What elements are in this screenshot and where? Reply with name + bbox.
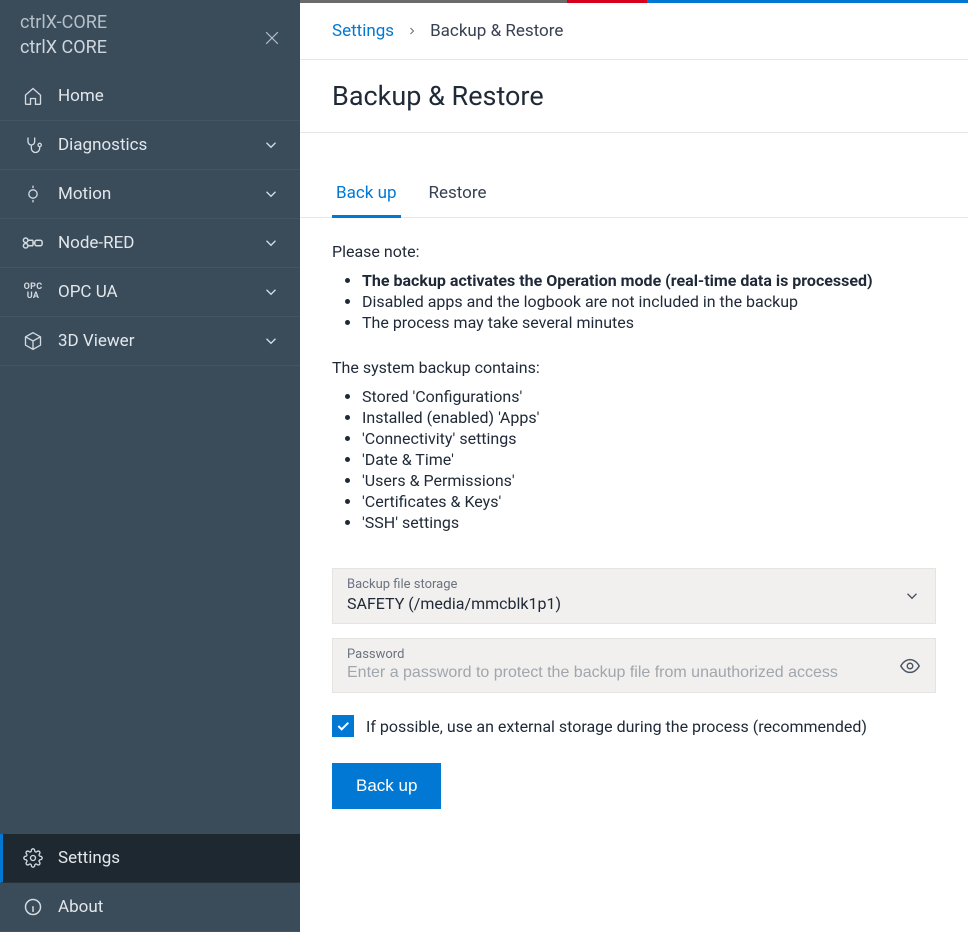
notes-intro: Please note: [332, 242, 936, 261]
sidebar-item-label: Motion [58, 184, 262, 204]
cube-icon [20, 331, 46, 351]
device-name: ctrlX-CORE [20, 12, 280, 33]
list-item: 'Connectivity' settings [362, 429, 936, 448]
sidebar-item-about[interactable]: About [0, 883, 300, 932]
contains-intro: The system backup contains: [332, 358, 936, 377]
stethoscope-icon [20, 135, 46, 155]
tab-restore[interactable]: Restore [425, 173, 491, 218]
field-label: Password [347, 647, 921, 662]
chevron-down-icon[interactable] [903, 587, 921, 605]
chevron-down-icon [262, 332, 280, 350]
sidebar-item-settings[interactable]: Settings [0, 834, 300, 883]
list-item: Disabled apps and the logbook are not in… [362, 292, 936, 311]
list-item: Installed (enabled) 'Apps' [362, 408, 936, 427]
close-icon[interactable] [262, 28, 282, 48]
sidebar-bottom: Settings About [0, 834, 300, 932]
sidebar-item-label: OPC UA [58, 282, 262, 302]
sidebar-item-node-red[interactable]: Node-RED [0, 219, 300, 268]
breadcrumb: Settings Backup & Restore [300, 3, 968, 60]
sidebar-item-home[interactable]: Home [0, 72, 300, 121]
tabs: Back up Restore [300, 173, 968, 218]
external-storage-checkbox[interactable] [332, 715, 354, 737]
external-storage-checkbox-row: If possible, use an external storage dur… [332, 715, 936, 737]
sidebar-item-label: Settings [58, 848, 280, 868]
node-red-icon [20, 236, 46, 250]
sidebar-item-label: Home [58, 86, 280, 106]
eye-icon[interactable] [899, 655, 921, 677]
sidebar-item-diagnostics[interactable]: Diagnostics [0, 121, 300, 170]
chevron-right-icon [406, 25, 418, 37]
list-item: 'Users & Permissions' [362, 471, 936, 490]
list-item: Stored 'Configurations' [362, 387, 936, 406]
page-title: Backup & Restore [300, 60, 968, 133]
backup-button[interactable]: Back up [332, 763, 441, 809]
contains-list: Stored 'Configurations' Installed (enabl… [362, 387, 936, 532]
sidebar-item-opc-ua[interactable]: OPCUA OPC UA [0, 268, 300, 317]
password-field[interactable]: Password [332, 638, 936, 693]
breadcrumb-parent-link[interactable]: Settings [332, 21, 394, 41]
sidebar-nav: Home Diagnostics Motion Node-RED [0, 72, 300, 932]
sidebar-item-3d-viewer[interactable]: 3D Viewer [0, 317, 300, 366]
password-input[interactable] [347, 664, 921, 682]
list-item: The process may take several minutes [362, 313, 936, 332]
motion-icon [20, 184, 46, 204]
chevron-down-icon [262, 234, 280, 252]
main-content: Settings Backup & Restore Backup & Resto… [300, 0, 968, 932]
list-item: 'SSH' settings [362, 513, 936, 532]
sidebar-item-label: About [58, 897, 280, 917]
sidebar-header: ctrlX-CORE ctrlX CORE [0, 0, 300, 72]
tab-backup[interactable]: Back up [332, 173, 401, 218]
sidebar-item-motion[interactable]: Motion [0, 170, 300, 219]
gear-icon [20, 848, 46, 868]
sidebar-item-label: 3D Viewer [58, 331, 262, 351]
list-item: The backup activates the Operation mode … [362, 271, 936, 290]
content: Please note: The backup activates the Op… [300, 218, 968, 849]
breadcrumb-current: Backup & Restore [430, 21, 563, 41]
list-item: 'Certificates & Keys' [362, 492, 936, 511]
checkbox-label: If possible, use an external storage dur… [366, 717, 867, 736]
field-value: SAFETY (/media/mmcblk1p1) [347, 594, 921, 613]
home-icon [20, 86, 46, 106]
chevron-down-icon [262, 136, 280, 154]
device-subtitle: ctrlX CORE [20, 37, 280, 58]
sidebar-item-label: Diagnostics [58, 135, 262, 155]
info-icon [20, 897, 46, 917]
opc-ua-icon: OPCUA [20, 283, 46, 301]
sidebar: ctrlX-CORE ctrlX CORE Home Diagnostics [0, 0, 300, 932]
list-item: 'Date & Time' [362, 450, 936, 469]
notes-list: The backup activates the Operation mode … [362, 271, 936, 332]
chevron-down-icon [262, 185, 280, 203]
storage-select[interactable]: Backup file storage SAFETY (/media/mmcbl… [332, 568, 936, 624]
sidebar-item-label: Node-RED [58, 233, 262, 253]
chevron-down-icon [262, 283, 280, 301]
field-label: Backup file storage [347, 577, 921, 592]
